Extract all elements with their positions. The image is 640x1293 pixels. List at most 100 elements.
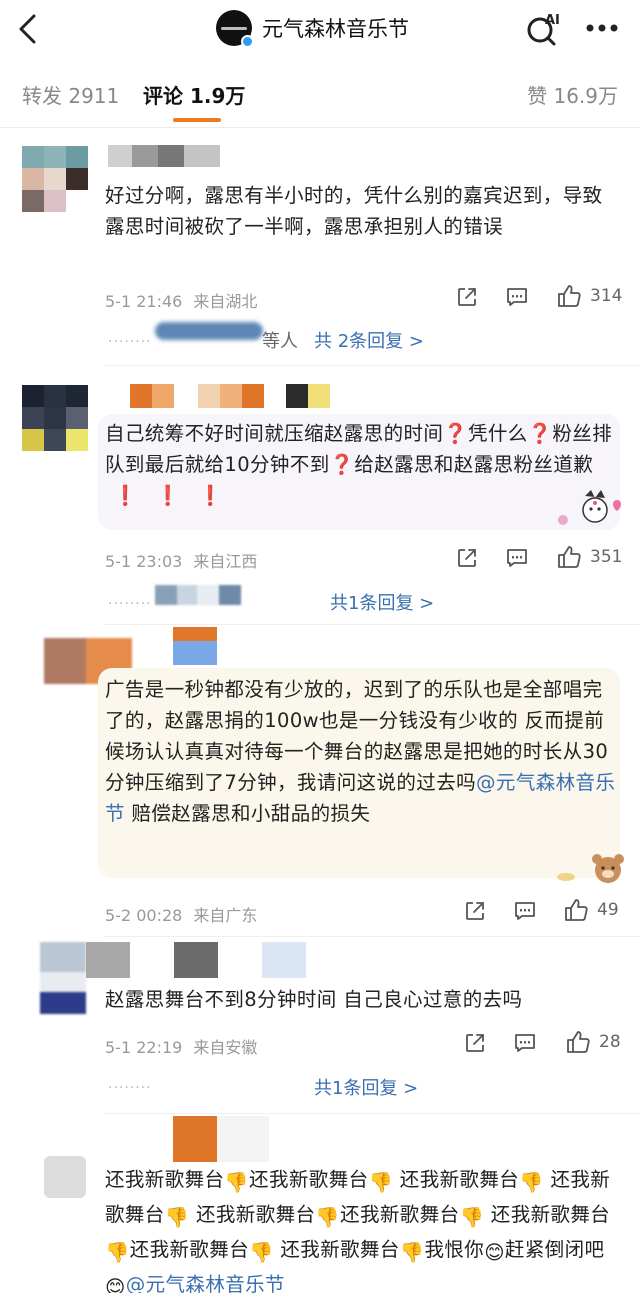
question-emoji-icon: ❓: [443, 422, 468, 445]
username[interactable]: [108, 145, 220, 167]
like-count: 351: [590, 547, 623, 567]
ai-search-button[interactable]: AI: [526, 10, 566, 46]
tab-active-indicator: [173, 118, 221, 122]
avatar[interactable]: [22, 385, 88, 451]
comment-icon: [507, 288, 527, 306]
view-replies-link[interactable]: 共1条回复 >: [330, 589, 434, 615]
tab-comment[interactable]: 评论 1.9万: [143, 80, 245, 109]
avatar[interactable]: [22, 146, 88, 212]
divider: [105, 1113, 640, 1114]
comment-location: 来自广东: [193, 906, 258, 925]
comment-location: 来自安徽: [193, 1038, 258, 1057]
comment-meta: 5-1 21:46 来自湖北: [105, 288, 257, 312]
like-button[interactable]: 49: [563, 897, 619, 923]
back-button[interactable]: [14, 12, 44, 46]
share-button[interactable]: [455, 545, 479, 571]
like-button[interactable]: 314: [556, 283, 622, 309]
tab-like[interactable]: 赞 16.9万: [527, 80, 618, 109]
thumbs-down-emoji-icon: 👎: [164, 1206, 190, 1229]
exclamation-emoji-icon: ❗ ❗ ❗: [113, 484, 229, 507]
thumbs-down-emoji-icon: 👎: [368, 1171, 394, 1194]
share-button[interactable]: [455, 284, 479, 310]
username[interactable]: [173, 1116, 269, 1162]
comment-text: 广告是一秒钟都没有少放的，迟到了的乐队也是全部唱完了的，赵露思捐的100w也是一…: [105, 678, 616, 825]
thumbs-up-icon: [558, 546, 581, 568]
comment-icon: [515, 902, 535, 920]
username[interactable]: [173, 627, 217, 665]
comment-text: 赵露思舞台不到8分钟时间 自己良心过意的去吗: [105, 988, 523, 1011]
username[interactable]: [130, 384, 330, 408]
like-button[interactable]: 28: [565, 1029, 621, 1055]
avatar[interactable]: [40, 942, 86, 1014]
share-icon: [466, 1034, 484, 1052]
comment-time: 5-2 00:28: [105, 906, 183, 925]
share-button[interactable]: [463, 898, 487, 924]
thumbs-down-emoji-icon: 👎: [105, 1241, 130, 1264]
reply-indent-dots: ········: [108, 596, 152, 612]
share-icon: [458, 288, 476, 306]
question-emoji-icon: ❓: [329, 453, 355, 476]
comment-meta: 5-1 23:03 来自江西: [105, 548, 257, 572]
ai-label: AI: [545, 13, 560, 28]
like-button[interactable]: 351: [556, 544, 622, 570]
comment-text: 好过分啊，露思有半小时的，凭什么别的嘉宾迟到，导致露思时间被砍了一半啊，露思承担…: [105, 184, 603, 238]
comment-button[interactable]: [505, 545, 529, 571]
divider: [105, 936, 640, 937]
comment-meta: 5-1 22:19 来自安徽: [105, 1034, 257, 1058]
thumbs-down-emoji-icon: 👎: [315, 1206, 341, 1229]
comment-text: 自己统筹不好时间就压缩赵露思的时间❓凭什么❓粉丝排队到最后就给10分钟不到❓给赵…: [105, 422, 613, 507]
divider: [105, 365, 640, 366]
comment-icon: [515, 1034, 535, 1052]
mention-link[interactable]: @元气森林音乐节: [126, 1273, 285, 1293]
thumbs-down-emoji-icon: 👎: [519, 1171, 544, 1194]
thumbs-down-emoji-icon: 👎: [224, 1171, 250, 1194]
thumbs-up-icon: [565, 899, 588, 921]
comment-location: 来自江西: [193, 552, 258, 571]
kuromi-sticker-icon: [555, 488, 625, 530]
thumbs-up-icon: [558, 285, 581, 307]
thumbs-down-emoji-icon: 👎: [459, 1206, 485, 1229]
account-title[interactable]: 元气森林音乐节: [216, 10, 409, 48]
more-dots-icon: [586, 24, 618, 32]
like-count: 49: [597, 900, 619, 920]
comment-time: 5-1 21:46: [105, 292, 183, 311]
divider: [105, 624, 640, 625]
thumbs-up-icon: [567, 1031, 590, 1053]
reply-who-label: 等人: [262, 331, 298, 352]
view-replies-link[interactable]: 共 2条回复 >: [314, 327, 424, 353]
top-bar: 元气森林音乐节 AI: [0, 0, 640, 58]
tab-repost[interactable]: 转发 2911: [22, 80, 119, 109]
view-replies-link[interactable]: 共1条回复 >: [314, 1074, 418, 1100]
question-emoji-icon: ❓: [527, 422, 553, 445]
comment-location: 来自湖北: [193, 292, 258, 311]
more-button[interactable]: [582, 14, 622, 42]
thumbs-down-emoji-icon: 👎: [399, 1241, 425, 1264]
comment-time: 5-1 22:19: [105, 1038, 183, 1057]
smile-emoji-icon: 😊: [105, 1276, 126, 1293]
comment-button[interactable]: [513, 1030, 537, 1056]
smile-emoji-icon: 😊: [484, 1241, 505, 1264]
like-count: 314: [590, 286, 623, 306]
comment-icon: [507, 549, 527, 567]
chevron-left-icon: [19, 14, 36, 44]
reply-indent-dots: ········: [108, 334, 152, 350]
account-name: 元气森林音乐节: [262, 17, 409, 41]
reply-username[interactable]: [155, 585, 241, 605]
share-icon: [458, 549, 476, 567]
avatar[interactable]: [44, 1156, 86, 1198]
bear-sticker-icon: [554, 850, 626, 886]
share-icon: [466, 902, 484, 920]
username[interactable]: [86, 942, 306, 978]
comment-button[interactable]: [505, 284, 529, 310]
reply-username[interactable]: [155, 322, 263, 340]
tab-bar: 转发 2911 评论 1.9万 赞 16.9万: [0, 58, 640, 128]
share-button[interactable]: [463, 1030, 487, 1056]
comment-meta: 5-2 00:28 来自广东: [105, 902, 257, 926]
like-count: 28: [599, 1032, 621, 1052]
comment-text: 还我新歌舞台👎还我新歌舞台👎 还我新歌舞台👎 还我新歌舞台👎 还我新歌舞台👎还我…: [105, 1164, 620, 1293]
reply-indent-dots: ········: [108, 1080, 152, 1096]
account-avatar: [216, 10, 254, 48]
comment-time: 5-1 23:03: [105, 552, 183, 571]
verified-badge-icon: [241, 35, 254, 48]
comment-button[interactable]: [513, 898, 537, 924]
